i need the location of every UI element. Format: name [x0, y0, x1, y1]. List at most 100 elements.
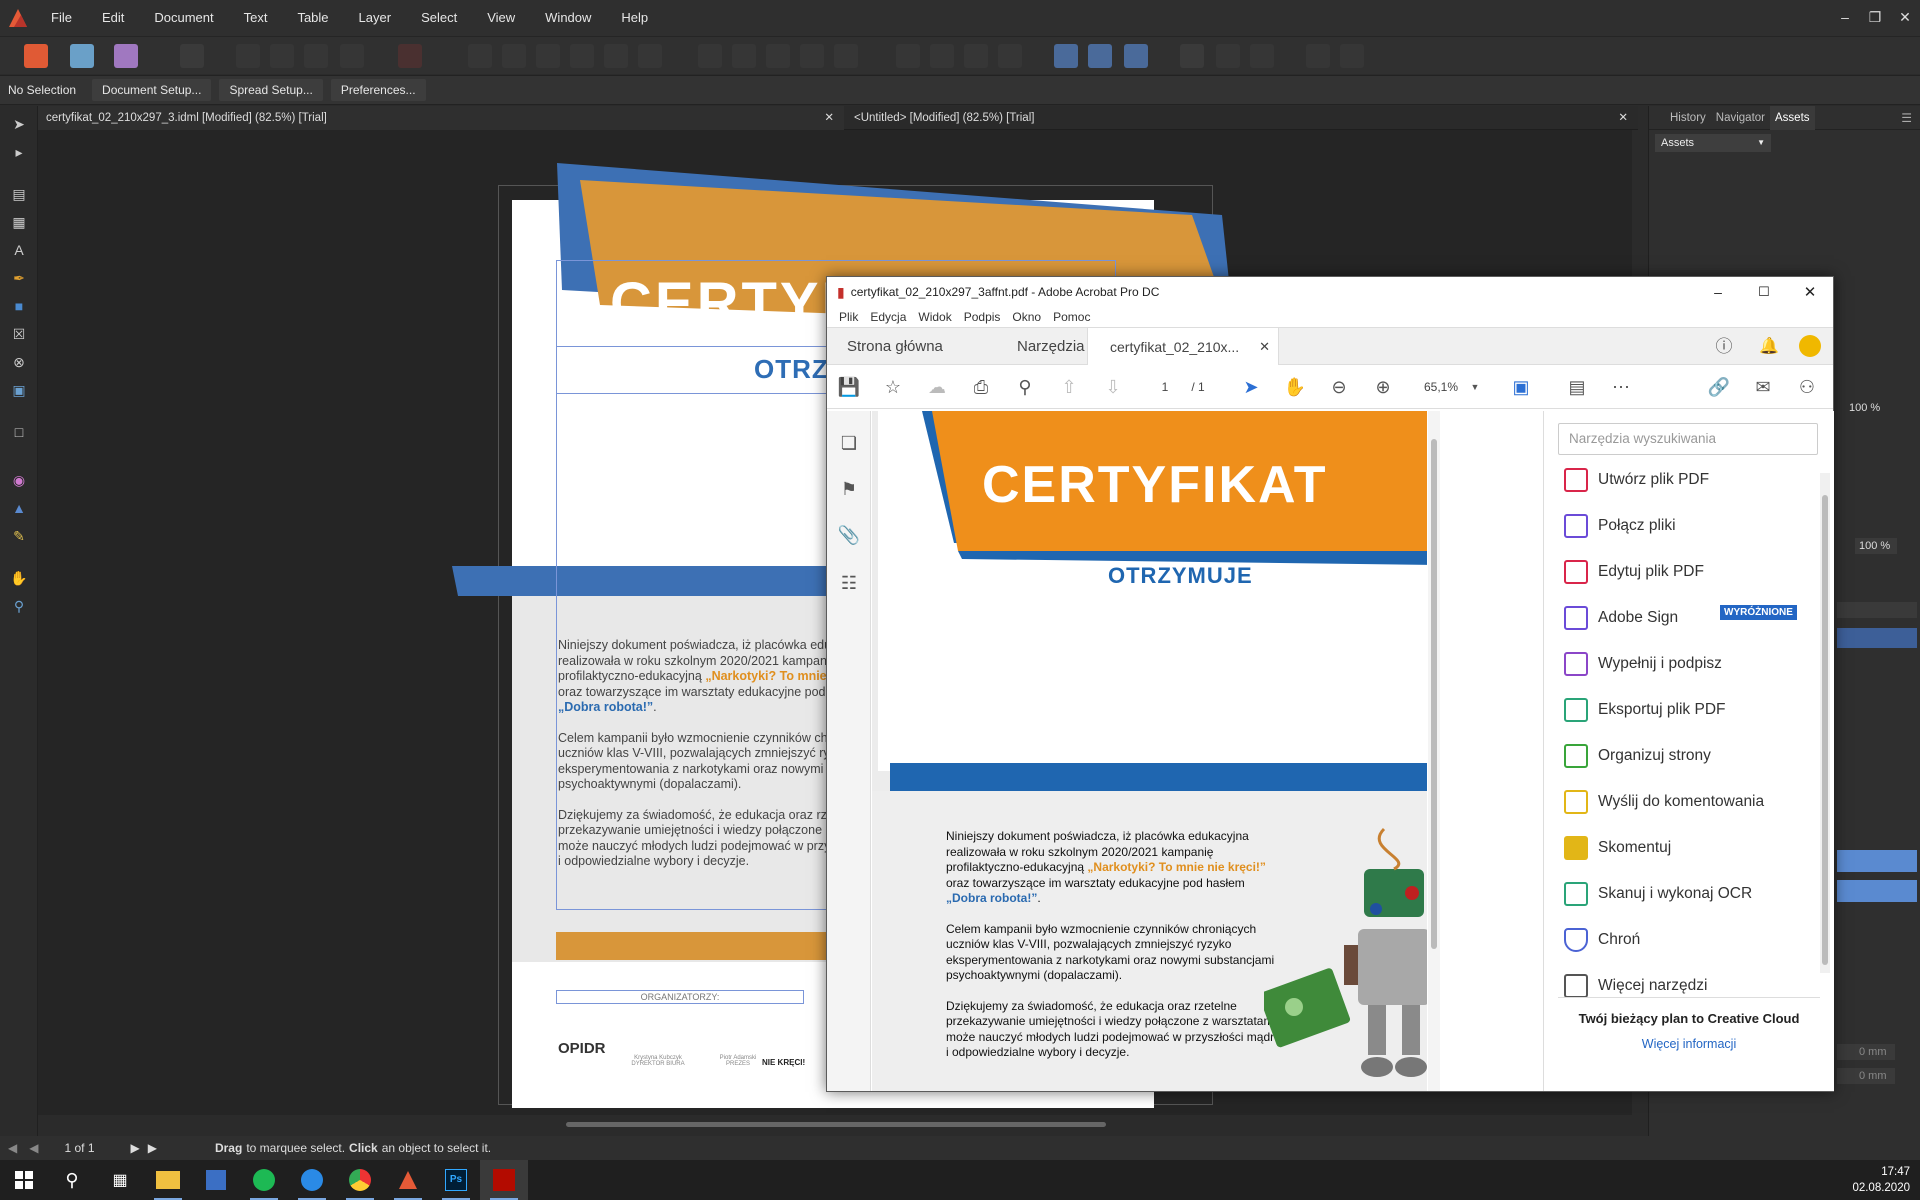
node-tool-icon[interactable]: ▸ — [9, 142, 29, 162]
toolbar-button[interactable] — [638, 44, 662, 68]
menu-podpis[interactable]: Podpis — [964, 310, 1001, 324]
minimize-icon[interactable]: – — [1830, 0, 1860, 36]
menu-edit[interactable]: Edit — [87, 0, 139, 36]
zoom-value[interactable]: 65,1% — [1411, 375, 1471, 399]
toolbar-button[interactable] — [964, 44, 988, 68]
menu-table[interactable]: Table — [282, 0, 343, 36]
avatar[interactable] — [1799, 335, 1821, 357]
tool-export-pdf[interactable]: Eksportuj plik PDF — [1564, 687, 1725, 733]
acrobat-taskbar-icon[interactable] — [480, 1160, 528, 1200]
affinity-publisher-logo-icon[interactable] — [0, 0, 36, 36]
menu-plik[interactable]: Plik — [839, 310, 858, 324]
spread-setup-button[interactable]: Spread Setup... — [219, 79, 323, 101]
toolbar-button[interactable] — [800, 44, 824, 68]
last-page-icon[interactable]: ▶ — [148, 1141, 157, 1155]
toolbar-button[interactable] — [340, 44, 364, 68]
chrome-icon[interactable] — [336, 1160, 384, 1200]
close-tab-icon[interactable]: ✕ — [1618, 106, 1628, 130]
boolean-intersect-icon[interactable] — [1124, 44, 1148, 68]
share-link-icon[interactable]: 🔗 — [1707, 375, 1731, 399]
eyedropper-icon[interactable]: ✎ — [9, 526, 29, 546]
prev-page-icon[interactable]: ◀ — [29, 1141, 38, 1155]
search-icon[interactable]: ⚲ — [48, 1160, 96, 1200]
mm-field-2[interactable]: 0 mm — [1837, 1068, 1895, 1084]
toolbar-button[interactable] — [930, 44, 954, 68]
publisher-persona-icon[interactable] — [24, 44, 48, 68]
scroll-thumb[interactable] — [1431, 439, 1437, 949]
toolbar-button[interactable] — [732, 44, 756, 68]
maximize-icon[interactable]: ☐ — [1741, 284, 1787, 300]
pdf-vertical-scrollbar[interactable] — [1428, 411, 1440, 1091]
affinity-publisher-icon[interactable] — [384, 1160, 432, 1200]
menu-edycja[interactable]: Edycja — [870, 310, 906, 324]
menu-help[interactable]: Help — [606, 0, 663, 36]
tab-history[interactable]: History — [1665, 112, 1711, 124]
menu-document[interactable]: Document — [139, 0, 228, 36]
scroll-mode-icon[interactable]: ▤ — [1565, 375, 1589, 399]
pages-icon[interactable]: ❏ — [837, 431, 861, 455]
table-tool-icon[interactable]: ▦ — [9, 212, 29, 232]
scroll-thumb[interactable] — [1822, 495, 1828, 965]
frame-text-tool-icon[interactable]: ▤ — [9, 184, 29, 204]
add-user-icon[interactable]: ⚇ — [1795, 375, 1819, 399]
file-explorer-icon[interactable] — [144, 1160, 192, 1200]
toolbar-button[interactable] — [1306, 44, 1330, 68]
photo-persona-icon[interactable] — [114, 44, 138, 68]
toolbar-button[interactable] — [502, 44, 526, 68]
tool-scan-ocr[interactable]: Skanuj i wykonaj OCR — [1564, 871, 1752, 917]
close-icon[interactable]: ✕ — [1787, 283, 1833, 301]
mm-field-1[interactable]: 0 mm — [1837, 1044, 1895, 1060]
menu-pomoc[interactable]: Pomoc — [1053, 310, 1090, 324]
tool-create-pdf[interactable]: Utwórz plik PDF — [1564, 457, 1709, 503]
snapping-magnet-icon[interactable] — [398, 44, 422, 68]
toolbar-button[interactable] — [698, 44, 722, 68]
fill-tool-icon[interactable]: ▲ — [9, 498, 29, 518]
scroll-thumb[interactable] — [566, 1122, 1106, 1127]
tab-assets[interactable]: Assets — [1770, 105, 1815, 130]
menu-window[interactable]: Window — [530, 0, 606, 36]
pen-tool-icon[interactable]: ✒ — [9, 268, 29, 288]
hand-tool-icon[interactable]: ✋ — [9, 568, 29, 588]
messenger-icon[interactable] — [288, 1160, 336, 1200]
panel-dropdown[interactable] — [1837, 602, 1917, 618]
tab-document[interactable]: certyfikat_02_210x... ✕ — [1087, 328, 1279, 366]
photoshop-icon[interactable]: Ps — [432, 1160, 480, 1200]
tool-more-tools[interactable]: Więcej narzędzi — [1564, 963, 1707, 1009]
chevron-down-icon[interactable]: ▼ — [1463, 375, 1487, 399]
tab-navigator[interactable]: Navigator — [1711, 112, 1770, 124]
menu-view[interactable]: View — [472, 0, 530, 36]
tool-fill-sign[interactable]: Wypełnij i podpisz — [1564, 641, 1722, 687]
tab-certyfikat[interactable]: certyfikat_02_210x297_3.idml [Modified] … — [38, 106, 844, 130]
zoom-out-icon[interactable]: ⊖ — [1327, 375, 1351, 399]
task-view-icon[interactable]: ▦ — [96, 1160, 144, 1200]
close-icon[interactable]: ✕ — [1890, 0, 1920, 36]
toolbar-button[interactable] — [834, 44, 858, 68]
toolbar-button[interactable] — [236, 44, 260, 68]
system-clock[interactable]: 17:47 02.08.2020 — [1852, 1160, 1910, 1200]
rectangle-tool-icon[interactable]: ■ — [9, 296, 29, 316]
email-icon[interactable]: ✉ — [1751, 375, 1775, 399]
toolbar-button[interactable] — [536, 44, 560, 68]
menu-layer[interactable]: Layer — [344, 0, 407, 36]
next-page-icon[interactable]: ▶ — [131, 1141, 140, 1155]
tool-organize-pages[interactable]: Organizuj strony — [1564, 733, 1711, 779]
toolbar-button[interactable] — [766, 44, 790, 68]
toolbar-button[interactable] — [304, 44, 328, 68]
select-cursor-icon[interactable]: ➤ — [1239, 375, 1263, 399]
tool-send-for-comments[interactable]: Wyślij do komentowania — [1564, 779, 1764, 825]
hand-tool-icon[interactable]: ✋ — [1283, 375, 1307, 399]
toolbar-button[interactable] — [896, 44, 920, 68]
picture-frame-tool-icon[interactable]: ☒ — [9, 324, 29, 344]
view-mode-icon[interactable] — [180, 44, 204, 68]
print-icon[interactable]: ⎙ — [969, 375, 993, 399]
menu-okno[interactable]: Okno — [1012, 310, 1041, 324]
boolean-subtract-icon[interactable] — [1088, 44, 1112, 68]
save-icon[interactable]: 💾 — [837, 375, 861, 399]
ellipse-frame-tool-icon[interactable]: ⊗ — [9, 352, 29, 372]
document-setup-button[interactable]: Document Setup... — [92, 79, 212, 101]
menu-text[interactable]: Text — [229, 0, 283, 36]
opacity-value[interactable]: 100 % — [1849, 402, 1880, 414]
tools-scrollbar[interactable] — [1820, 473, 1830, 973]
toolbar-button[interactable] — [604, 44, 628, 68]
prev-page-icon[interactable]: ⇧ — [1057, 375, 1081, 399]
